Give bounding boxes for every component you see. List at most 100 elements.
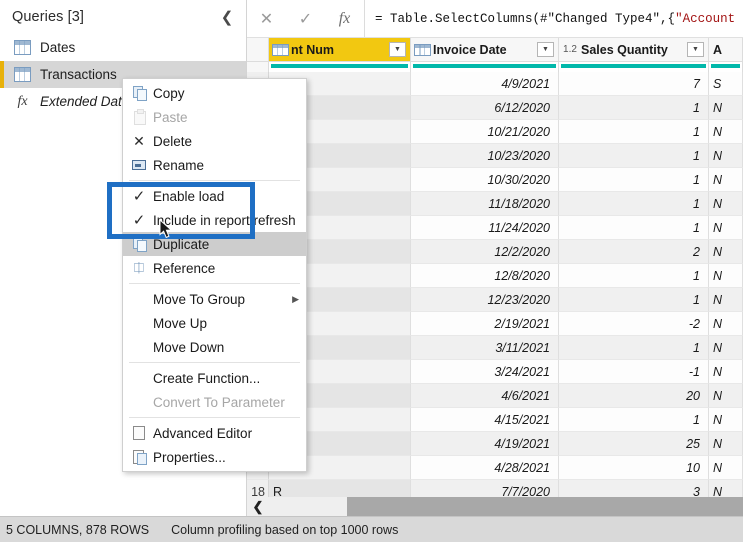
menu-item-move-up[interactable]: Move Up <box>123 311 306 335</box>
table-row[interactable]: 611/18/20201N <box>247 192 743 216</box>
cell-next-column[interactable]: N <box>709 192 743 216</box>
cell-sales-quantity[interactable]: 1 <box>559 96 709 120</box>
formula-input[interactable]: = Table.SelectColumns(#"Changed Type4",{… <box>364 0 743 37</box>
cell-next-column[interactable]: N <box>709 384 743 408</box>
chevron-left-icon[interactable]: ❮ <box>247 497 269 516</box>
menu-item-reference[interactable]: ⎅ Reference <box>123 256 306 280</box>
table-row[interactable]: 310/21/20201N <box>247 120 743 144</box>
cell-invoice-date[interactable]: 3/11/2021 <box>411 336 559 360</box>
table-row[interactable]: 112/19/2021-2N <box>247 312 743 336</box>
cell-next-column[interactable]: N <box>709 360 743 384</box>
cell-next-column[interactable]: N <box>709 96 743 120</box>
column-header-sales-quantity[interactable]: 1.2 Sales Quantity ▼ <box>559 38 709 62</box>
cell-invoice-date[interactable]: 6/12/2020 <box>411 96 559 120</box>
cell-sales-quantity[interactable]: 1 <box>559 144 709 168</box>
table-row[interactable]: 17h4/28/202110N <box>247 456 743 480</box>
cell-invoice-date[interactable]: 10/23/2020 <box>411 144 559 168</box>
menu-item-advanced-editor[interactable]: Advanced Editor <box>123 421 306 445</box>
quality-bar-sales-quantity[interactable] <box>559 62 709 72</box>
query-item-dates[interactable]: Dates <box>0 34 246 61</box>
cell-invoice-date[interactable]: 12/2/2020 <box>411 240 559 264</box>
menu-item-create-function[interactable]: Create Function... <box>123 366 306 390</box>
chevron-left-icon[interactable]: ❮ <box>218 8 236 26</box>
table-row[interactable]: 510/30/20201N <box>247 168 743 192</box>
cell-invoice-date[interactable]: 4/28/2021 <box>411 456 559 480</box>
cell-invoice-date[interactable]: 3/24/2021 <box>411 360 559 384</box>
cell-invoice-date[interactable]: 4/19/2021 <box>411 432 559 456</box>
cell-next-column[interactable]: N <box>709 456 743 480</box>
menu-item-duplicate[interactable]: Duplicate <box>123 232 306 256</box>
cell-next-column[interactable]: N <box>709 168 743 192</box>
column-header-invoice-date[interactable]: Invoice Date ▼ <box>411 38 559 62</box>
checkmark-icon[interactable]: ✓ <box>286 0 325 37</box>
cell-next-column[interactable]: N <box>709 312 743 336</box>
cell-next-column[interactable]: N <box>709 240 743 264</box>
cell-sales-quantity[interactable]: 1 <box>559 216 709 240</box>
menu-item-delete[interactable]: ✕ Delete <box>123 129 306 153</box>
table-row[interactable]: 144/6/202120N <box>247 384 743 408</box>
table-row[interactable]: 1012/23/20201N <box>247 288 743 312</box>
menu-item-include-in-report-refresh[interactable]: ✓ Include in report refresh <box>123 208 306 232</box>
cell-sales-quantity[interactable]: 25 <box>559 432 709 456</box>
table-row[interactable]: 711/24/20201N <box>247 216 743 240</box>
cell-sales-quantity[interactable]: 1 <box>559 192 709 216</box>
status-profiling[interactable]: Column profiling based on top 1000 rows <box>149 523 398 537</box>
quality-bar-next[interactable] <box>709 62 743 72</box>
cell-sales-quantity[interactable]: 1 <box>559 264 709 288</box>
cell-next-column[interactable]: N <box>709 216 743 240</box>
table-row[interactable]: 123/11/20211N <box>247 336 743 360</box>
cell-sales-quantity[interactable]: 1 <box>559 120 709 144</box>
cell-sales-quantity[interactable]: 1 <box>559 168 709 192</box>
table-row[interactable]: 912/8/20201N <box>247 264 743 288</box>
cell-sales-quantity[interactable]: 1 <box>559 336 709 360</box>
cell-sales-quantity[interactable]: 7 <box>559 72 709 96</box>
cell-next-column[interactable]: N <box>709 144 743 168</box>
table-row[interactable]: 133/24/2021-1N <box>247 360 743 384</box>
menu-item-copy[interactable]: Copy <box>123 81 306 105</box>
column-header-next[interactable]: A <box>709 38 743 62</box>
cell-sales-quantity[interactable]: 1 <box>559 288 709 312</box>
cell-sales-quantity[interactable]: 20 <box>559 384 709 408</box>
horizontal-scrollbar[interactable]: ❮ <box>247 497 743 516</box>
cell-next-column[interactable]: N <box>709 264 743 288</box>
cell-sales-quantity[interactable]: 1 <box>559 408 709 432</box>
cell-invoice-date[interactable]: 4/15/2021 <box>411 408 559 432</box>
cell-invoice-date[interactable]: 10/21/2020 <box>411 120 559 144</box>
chevron-down-icon[interactable]: ▼ <box>537 42 554 57</box>
query-context-menu[interactable]: Copy Paste ✕ Delete Rename ✓ Enable load ✓ Inclu… <box>122 78 307 472</box>
table-row[interactable]: 16h4/19/202125N <box>247 432 743 456</box>
cell-next-column[interactable]: S <box>709 72 743 96</box>
table-row[interactable]: 812/2/20202N <box>247 240 743 264</box>
cell-sales-quantity[interactable]: 2 <box>559 240 709 264</box>
cell-next-column[interactable]: N <box>709 432 743 456</box>
cell-next-column[interactable]: N <box>709 120 743 144</box>
table-row[interactable]: 410/23/20201N <box>247 144 743 168</box>
quality-bar-account-num[interactable] <box>269 62 411 72</box>
column-header-account-num[interactable]: nt Num ▼ <box>269 38 411 62</box>
cell-next-column[interactable]: N <box>709 288 743 312</box>
menu-item-move-down[interactable]: Move Down <box>123 335 306 359</box>
cell-invoice-date[interactable]: 10/30/2020 <box>411 168 559 192</box>
scrollbar-track[interactable] <box>269 497 743 516</box>
quality-bar-invoice-date[interactable] <box>411 62 559 72</box>
menu-item-rename[interactable]: Rename <box>123 153 306 177</box>
chevron-down-icon[interactable]: ▼ <box>687 42 704 57</box>
close-x-icon[interactable]: ✕ <box>247 0 286 37</box>
cell-next-column[interactable]: N <box>709 336 743 360</box>
fx-icon[interactable]: fx <box>325 0 364 37</box>
scrollbar-thumb[interactable] <box>347 497 743 516</box>
cell-invoice-date[interactable]: 12/23/2020 <box>411 288 559 312</box>
cell-invoice-date[interactable]: 11/24/2020 <box>411 216 559 240</box>
cell-invoice-date[interactable]: 4/9/2021 <box>411 72 559 96</box>
cell-next-column[interactable]: N <box>709 408 743 432</box>
cell-invoice-date[interactable]: 4/6/2021 <box>411 384 559 408</box>
menu-item-properties[interactable]: Properties... <box>123 445 306 469</box>
chevron-down-icon[interactable]: ▼ <box>389 42 406 57</box>
table-row[interactable]: 26/12/20201N <box>247 96 743 120</box>
table-row[interactable]: 14/9/20217S <box>247 72 743 96</box>
menu-item-move-to-group[interactable]: Move To Group ▶ <box>123 287 306 311</box>
menu-item-enable-load[interactable]: ✓ Enable load <box>123 184 306 208</box>
cell-invoice-date[interactable]: 11/18/2020 <box>411 192 559 216</box>
cell-sales-quantity[interactable]: -1 <box>559 360 709 384</box>
cell-invoice-date[interactable]: 2/19/2021 <box>411 312 559 336</box>
